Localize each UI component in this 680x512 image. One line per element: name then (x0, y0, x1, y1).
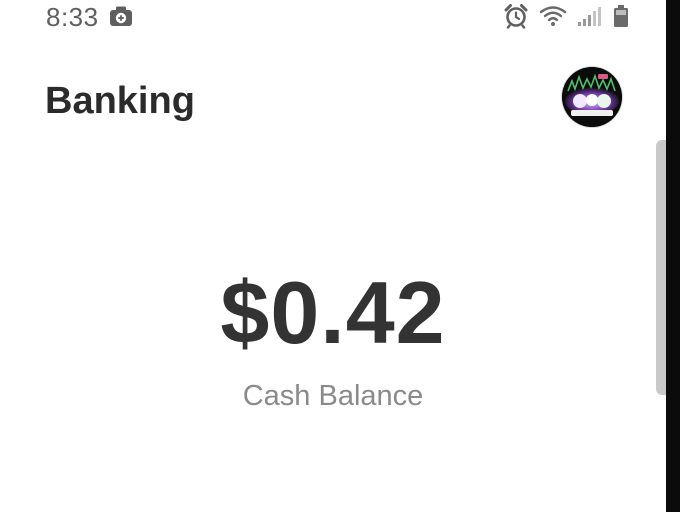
avatar-image (562, 67, 622, 127)
scrollbar[interactable] (656, 140, 666, 395)
cash-balance-label: Cash Balance (242, 380, 424, 412)
status-icons (503, 3, 639, 34)
signal-icon (577, 5, 603, 32)
page-title: Banking (45, 80, 195, 122)
screen-edge (666, 0, 680, 512)
cash-balance-amount: $0.42 (220, 263, 446, 362)
camera-icon (109, 5, 133, 32)
profile-avatar[interactable] (562, 67, 622, 127)
battery-icon (613, 4, 629, 33)
alarm-icon (503, 3, 529, 34)
wifi-icon (539, 5, 567, 32)
app-screen: 8:33 Banking $0.42 Cash Balance (0, 0, 666, 512)
status-time: 8:33 (46, 2, 99, 32)
